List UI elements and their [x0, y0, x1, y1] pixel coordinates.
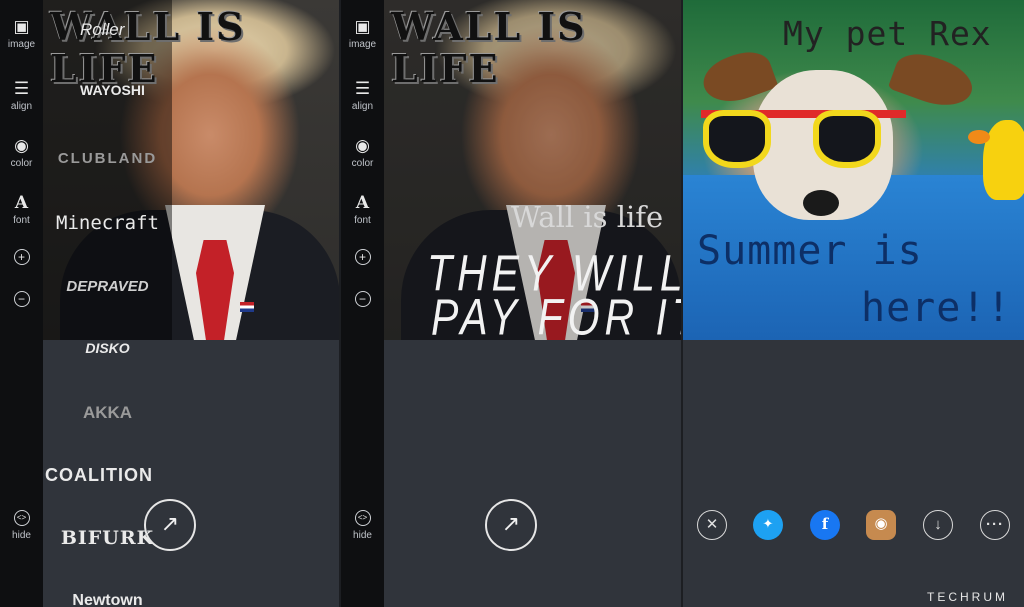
close-icon: ✕ — [705, 516, 719, 533]
caption-bottom[interactable]: here!! — [861, 285, 1012, 331]
share-button[interactable]: ↗ — [485, 499, 537, 551]
font-option-coalition[interactable]: COALITION — [43, 465, 172, 486]
side-toolbar: ▣ image ☰ align ◉ color A font + − <> hi… — [341, 0, 384, 607]
zoom-out-button[interactable]: − — [341, 291, 384, 307]
twitter-share-button[interactable]: ✦ — [753, 510, 783, 540]
hide-label: hide — [353, 530, 372, 541]
sunglasses-lens-left — [703, 110, 771, 168]
caption-top[interactable]: My pet Rex — [783, 14, 992, 53]
close-button[interactable]: ✕ — [697, 510, 727, 540]
code-icon: <> — [354, 510, 371, 526]
caption-mid[interactable]: Summer is — [697, 228, 923, 274]
watermark: TECHRUM — [927, 590, 1008, 604]
share-button[interactable]: ↗ — [144, 499, 196, 551]
dog-ear-right — [887, 45, 979, 116]
minus-icon: − — [354, 291, 371, 307]
plus-icon: + — [354, 249, 371, 265]
tool-color[interactable]: ◉ color — [0, 136, 43, 170]
instagram-icon: ◉ — [874, 515, 888, 532]
twitter-icon: ✦ — [762, 516, 774, 531]
font-option-wayoshi[interactable]: WAYOSHI — [43, 82, 172, 98]
font-option-minecraft[interactable]: Minecraft — [43, 212, 172, 234]
caption-serif[interactable]: Wall is life — [511, 200, 663, 234]
tool-font-label: font — [13, 215, 30, 226]
font-icon: A — [14, 193, 29, 213]
palette-icon: ◉ — [355, 136, 370, 155]
photo-canvas-3[interactable]: My pet Rex Summer is here!! — [683, 0, 1024, 340]
align-icon: ☰ — [13, 79, 30, 98]
download-icon: ↓ — [934, 516, 942, 533]
side-toolbar: ▣ image ☰ align ◉ color A font + − <> hi… — [0, 0, 43, 607]
zoom-out-button[interactable]: − — [0, 291, 43, 307]
share-panel: My pet Rex Summer is here!! ✕ ✦ f ◉ ↓ ··… — [683, 0, 1024, 607]
caption-title[interactable]: WALL IS LIFE — [391, 6, 631, 90]
tool-align[interactable]: ☰ align — [341, 79, 384, 113]
font-icon: A — [355, 193, 370, 213]
zoom-in-button[interactable]: + — [0, 249, 43, 265]
tool-align[interactable]: ☰ align — [0, 79, 43, 113]
rubber-duck — [983, 120, 1024, 200]
tool-font-label: font — [354, 215, 371, 226]
code-icon: <> — [13, 510, 30, 526]
facebook-share-button[interactable]: f — [810, 510, 840, 540]
sunglasses-lens-right — [813, 110, 881, 168]
font-option-akka[interactable]: AKKA — [43, 403, 172, 423]
flag-pin — [240, 302, 254, 312]
tool-font[interactable]: A font — [341, 194, 384, 226]
font-option-disko[interactable]: DISKO — [43, 340, 172, 356]
tool-image-label: image — [7, 39, 36, 50]
zoom-in-button[interactable]: + — [341, 249, 384, 265]
tool-color-label: color — [10, 158, 33, 169]
instagram-share-button[interactable]: ◉ — [866, 510, 896, 540]
facebook-icon: f — [821, 515, 829, 533]
download-button[interactable]: ↓ — [923, 510, 953, 540]
image-icon: ▣ — [354, 17, 371, 36]
palette-icon: ◉ — [14, 136, 29, 155]
hide-button[interactable]: <> hide — [341, 510, 384, 541]
align-icon: ☰ — [354, 79, 371, 98]
font-option-newtown[interactable]: Newtown — [43, 592, 172, 607]
font-option-depraved[interactable]: DEPRAVED — [43, 278, 172, 295]
image-icon: ▣ — [13, 17, 30, 36]
font-option-clubland[interactable]: CLUBLAND — [43, 150, 172, 167]
plus-icon: + — [13, 249, 30, 265]
more-icon: ··· — [986, 516, 1004, 533]
dog-nose — [803, 190, 839, 216]
tool-image[interactable]: ▣ image — [0, 17, 43, 51]
rubber-duck-beak — [968, 130, 990, 144]
hide-button[interactable]: <> hide — [0, 510, 43, 541]
hide-label: hide — [12, 530, 31, 541]
tool-image[interactable]: ▣ image — [341, 17, 384, 51]
editor-panel-fonts: WALL IS LIFE ▣ image ☰ align ◉ color A f… — [0, 0, 339, 607]
tool-color-label: color — [351, 158, 374, 169]
editor-panel-preview: WALL IS LIFE Wall is life THEY WILL PAY … — [341, 0, 681, 607]
more-button[interactable]: ··· — [980, 510, 1010, 540]
font-option-roller[interactable]: Roller — [43, 20, 172, 40]
photo-canvas-2[interactable]: WALL IS LIFE Wall is life THEY WILL PAY … — [341, 0, 681, 340]
share-icon: ↗ — [160, 511, 180, 536]
tool-font[interactable]: A font — [0, 194, 43, 226]
share-icon: ↗ — [501, 511, 521, 536]
tool-color[interactable]: ◉ color — [341, 136, 384, 170]
tool-align-label: align — [351, 101, 374, 112]
tool-align-label: align — [10, 101, 33, 112]
caption-line-2[interactable]: PAY FOR IT — [431, 288, 681, 340]
tool-image-label: image — [348, 39, 377, 50]
minus-icon: − — [13, 291, 30, 307]
